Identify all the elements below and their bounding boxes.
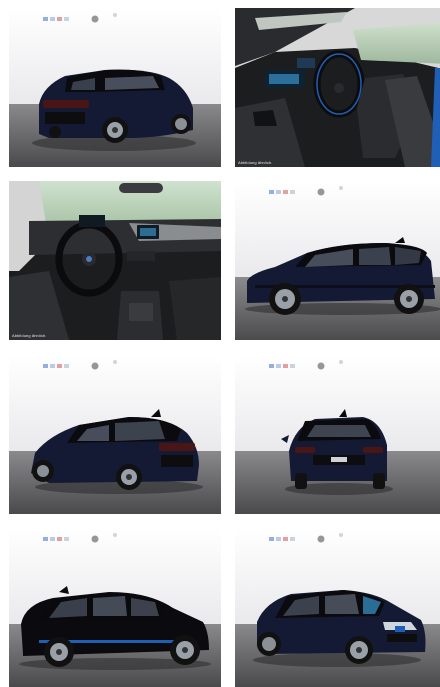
gallery-tile-6[interactable] <box>235 355 440 514</box>
gallery-tile-2[interactable]: Abbildung ähnlich. <box>235 8 440 167</box>
gallery-tile-3[interactable]: Abbildung ähnlich. <box>9 181 221 340</box>
exterior-rear-three-quarter-image <box>9 355 221 514</box>
exterior-rear-image <box>235 355 440 514</box>
gallery-tile-5[interactable] <box>9 355 221 514</box>
gallery-tile-4[interactable] <box>235 181 440 340</box>
gallery-tile-7[interactable] <box>9 528 221 687</box>
tile-caption: Abbildung ähnlich. <box>12 333 47 338</box>
gallery-tile-8[interactable] <box>235 528 440 687</box>
exterior-front-three-quarter-image <box>235 528 440 687</box>
tile-caption: Abbildung ähnlich. <box>238 160 273 165</box>
interior-door-open-image <box>235 8 440 167</box>
exterior-side-profile-image <box>235 181 440 340</box>
exterior-rear-three-quarter-image <box>9 8 221 167</box>
exterior-side-profile-image <box>9 528 221 687</box>
gallery-tile-1[interactable] <box>9 8 221 167</box>
interior-dashboard-image <box>9 181 221 340</box>
